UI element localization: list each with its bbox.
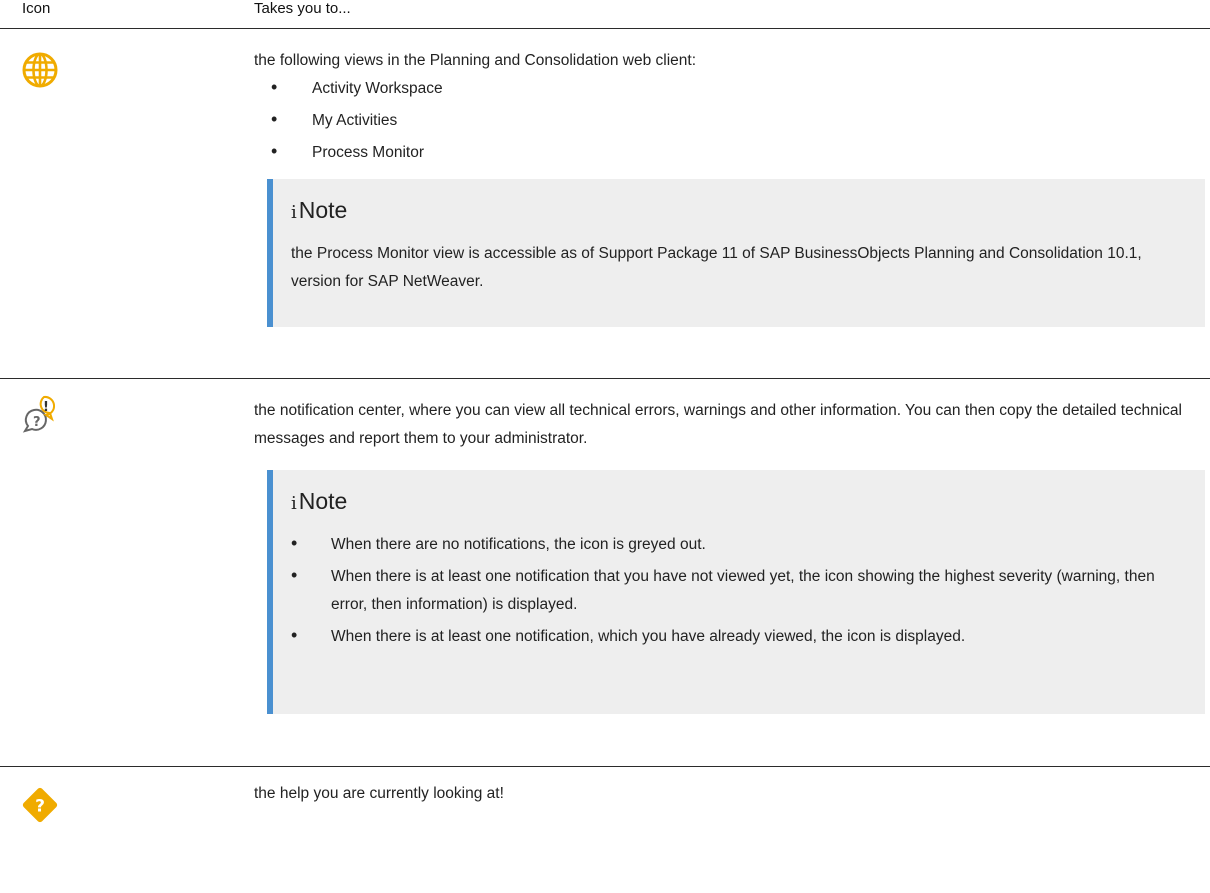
table-header-row: Icon Takes you to...	[0, 0, 1210, 29]
info-icon: i	[291, 493, 297, 514]
svg-text:?: ?	[33, 415, 41, 430]
views-list: • Activity Workspace • My Activities • Proc…	[254, 77, 1190, 163]
list-item: • When there is at least one notification…	[291, 625, 966, 645]
icon-reference-table: Icon Takes you to... the following views…	[0, 0, 1210, 892]
globe-icon	[20, 50, 60, 90]
list-item: • Activity Workspace	[271, 77, 443, 97]
svg-text:?: ?	[35, 797, 45, 817]
info-icon: i	[291, 202, 297, 223]
list-item: • Process Monitor	[271, 141, 424, 161]
note-title: iNote	[291, 488, 348, 514]
svg-text:!: !	[43, 400, 49, 415]
column-header-description: Takes you to...	[252, 0, 1210, 29]
row-description: the following views in the Planning and …	[254, 52, 697, 69]
list-item: • When there are no notifications, the ic…	[291, 533, 706, 553]
table-row: the following views in the Planning and …	[0, 28, 1210, 379]
note-list: • When there are no notifications, the ic…	[291, 531, 1171, 651]
icon-cell: ?	[0, 767, 252, 893]
note-title: iNote	[291, 197, 348, 223]
note-box: iNote the Process Monitor view is access…	[267, 179, 1205, 327]
table-row: ? the help you are currently looking at!	[0, 767, 1210, 893]
note-box: iNote • When there are no notifications, …	[267, 470, 1205, 714]
row-description: the notification center, where you can v…	[254, 402, 1182, 447]
row-description: the help you are currently looking at!	[254, 785, 504, 802]
icon-cell: ? !	[0, 378, 252, 767]
list-item: • When there is at least one notification…	[291, 565, 1155, 613]
description-cell: the help you are currently looking at!	[252, 767, 1210, 893]
document-page: Icon Takes you to... the following views…	[0, 0, 1210, 893]
notification-icon: ? !	[20, 393, 60, 433]
icon-cell	[0, 28, 252, 379]
description-cell: the following views in the Planning and …	[252, 28, 1210, 379]
table-row: ? ! the notification center, where you c…	[0, 378, 1210, 767]
description-cell: the notification center, where you can v…	[252, 378, 1210, 767]
help-icon: ?	[20, 785, 60, 825]
note-text: the Process Monitor view is accessible a…	[291, 245, 1142, 290]
list-item: • My Activities	[271, 109, 398, 129]
column-header-icon: Icon	[0, 0, 252, 29]
